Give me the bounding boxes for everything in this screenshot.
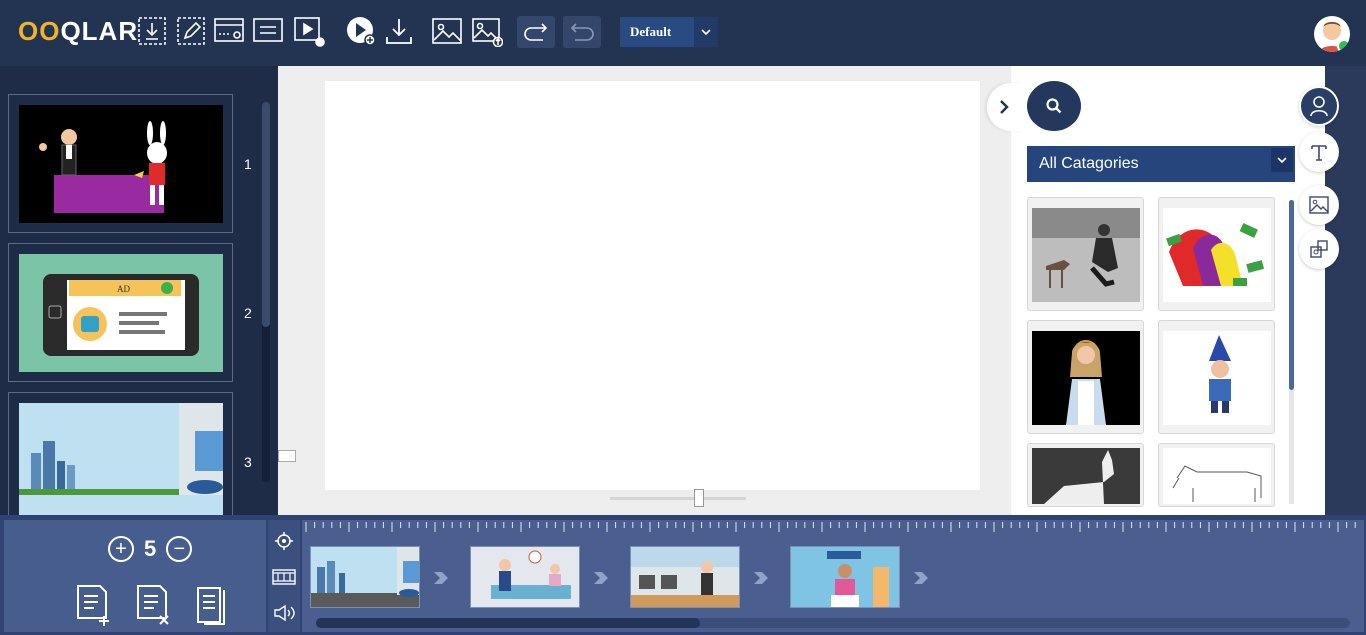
slide-preview-city: [19, 403, 223, 515]
slide-thumbnail[interactable]: [8, 392, 233, 515]
asset-item-money[interactable]: [1158, 197, 1275, 311]
audio-icon[interactable]: [268, 596, 300, 630]
app-logo: OOQLAR: [18, 16, 139, 46]
slide-preview-magician: [19, 105, 223, 223]
chevron-down-icon: [694, 17, 718, 47]
scene-count: 5: [144, 536, 157, 561]
play-add-icon[interactable]: [344, 14, 378, 48]
timeline-panel: + 5 −: [0, 515, 1366, 635]
shapes-button[interactable]: [1299, 229, 1339, 269]
user-avatar[interactable]: [1314, 16, 1350, 52]
film-icon[interactable]: [268, 560, 300, 594]
timeline-ruler[interactable]: [302, 520, 1364, 536]
add-scene-button[interactable]: [74, 584, 114, 626]
stage-handle[interactable]: [278, 450, 296, 462]
search-icon: [1046, 98, 1062, 114]
transition-icon[interactable]: [752, 570, 772, 586]
asset-item-deer[interactable]: [1027, 197, 1144, 311]
right-tool-bar: [1299, 66, 1366, 515]
undo-icon[interactable]: [563, 16, 601, 48]
chevron-down-icon: [1271, 148, 1293, 172]
timeline-scene[interactable]: [630, 546, 740, 608]
timeline-scene[interactable]: [790, 546, 900, 608]
edit-icon[interactable]: [174, 14, 208, 48]
zoom-slider[interactable]: [610, 489, 746, 507]
download-icon[interactable]: [382, 14, 416, 48]
top-toolbar: OOQLAR Default: [0, 0, 1366, 66]
preset-label: Default: [630, 24, 672, 39]
zoom-knob[interactable]: [694, 489, 704, 507]
timeline-track: [302, 520, 1364, 632]
decrease-button[interactable]: −: [166, 536, 193, 562]
slide-panel: 1 AD 2 3: [0, 66, 278, 515]
target-icon[interactable]: [268, 524, 300, 558]
asset-item-gnome[interactable]: [1158, 320, 1275, 434]
delete-scene-button[interactable]: [134, 584, 174, 626]
scene-controls: + 5 −: [4, 520, 266, 632]
slide-number: 2: [244, 305, 252, 321]
image-icon[interactable]: [430, 14, 464, 48]
transition-icon[interactable]: [592, 570, 612, 586]
delete-document-icon: [137, 585, 169, 625]
slide-canvas[interactable]: [325, 81, 980, 490]
images-button[interactable]: [1299, 185, 1339, 225]
add-document-icon: [77, 585, 109, 626]
text-icon: [1311, 145, 1327, 161]
shapes-icon: [1310, 240, 1328, 258]
timeline-scene[interactable]: [310, 546, 420, 608]
chevron-right-icon: [1000, 100, 1009, 114]
increase-button[interactable]: +: [108, 536, 134, 562]
transition-icon[interactable]: [912, 570, 932, 586]
import-icon[interactable]: [135, 14, 169, 48]
redo-icon[interactable]: [517, 16, 555, 48]
editor-stage: [278, 66, 1011, 515]
duplicate-scene-button[interactable]: [194, 584, 234, 626]
asset-library-panel: All Catagories: [987, 66, 1325, 515]
preset-select[interactable]: Default: [620, 17, 718, 47]
transition-icon[interactable]: [432, 570, 452, 586]
timeline-tools: [268, 520, 300, 632]
layout-settings-icon[interactable]: [212, 14, 246, 48]
asset-item-horse[interactable]: [1027, 443, 1144, 507]
slide-number: 3: [244, 454, 252, 470]
align-icon[interactable]: [251, 14, 285, 48]
playback-settings-icon[interactable]: [292, 14, 326, 48]
timeline-scene[interactable]: [470, 546, 580, 608]
duplicate-document-icon: [197, 587, 225, 625]
search-button[interactable]: [1027, 81, 1081, 131]
online-status-icon: [1337, 39, 1350, 52]
asset-item-presenter[interactable]: [1027, 320, 1144, 434]
category-select[interactable]: All Catagories: [1027, 146, 1295, 182]
text-button[interactable]: [1299, 132, 1339, 172]
slide-number: 1: [244, 156, 252, 172]
asset-item-cow-sketch[interactable]: [1158, 443, 1275, 507]
ad-label: AD: [117, 284, 130, 294]
user-icon: [1310, 96, 1328, 117]
slide-scrollbar[interactable]: [262, 102, 270, 482]
slide-thumbnail[interactable]: AD: [8, 243, 233, 382]
slide-preview-tablet: AD: [19, 254, 223, 372]
image-icon: [1309, 196, 1329, 214]
image-upload-icon[interactable]: [470, 14, 504, 48]
timeline-scrollbar[interactable]: [316, 618, 1350, 628]
characters-button[interactable]: [1299, 86, 1339, 126]
category-value: All Catagories: [1039, 155, 1139, 172]
asset-scrollbar[interactable]: [1289, 200, 1294, 504]
slide-thumbnail[interactable]: [8, 94, 233, 233]
